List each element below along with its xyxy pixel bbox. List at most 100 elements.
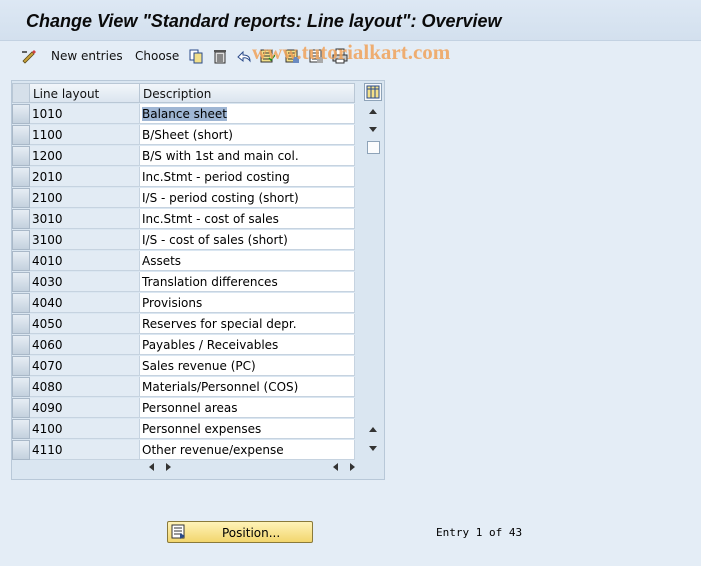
desc-column-scroll-right[interactable] [350, 463, 355, 471]
line-layout-cell[interactable]: 4050 [30, 314, 140, 334]
table-row[interactable]: 4110 Other revenue/expense [12, 440, 355, 461]
table-row[interactable]: 4040 Provisions [12, 293, 355, 314]
row-selector[interactable] [12, 167, 30, 187]
line-layout-cell[interactable]: 1100 [30, 125, 140, 145]
row-selector[interactable] [12, 104, 30, 124]
table-row[interactable]: 1010 Balance sheet [12, 104, 355, 125]
description-cell[interactable]: Personnel expenses [140, 419, 355, 439]
scroll-page-up-arrow[interactable] [369, 427, 377, 432]
description-cell[interactable]: Payables / Receivables [140, 335, 355, 355]
display-change-button[interactable] [21, 47, 37, 65]
table-settings-icon [366, 85, 382, 101]
row-selector[interactable] [12, 335, 30, 355]
line-layout-cell[interactable]: 3100 [30, 230, 140, 250]
table-row[interactable]: 4070 Sales revenue (PC) [12, 356, 355, 377]
column-header-description[interactable]: Description [140, 83, 355, 103]
description-cell[interactable]: Assets [140, 251, 355, 271]
new-entries-label: New entries [51, 49, 123, 63]
table-row[interactable]: 4010 Assets [12, 251, 355, 272]
table-row[interactable]: 2100 I/S - period costing (short) [12, 188, 355, 209]
description-cell[interactable]: I/S - period costing (short) [140, 188, 355, 208]
description-cell[interactable]: Personnel areas [140, 398, 355, 418]
delete-button[interactable] [212, 47, 228, 65]
table-row[interactable]: 4080 Materials/Personnel (COS) [12, 377, 355, 398]
description-text: Translation differences [142, 275, 278, 289]
description-text: I/S - cost of sales (short) [142, 233, 288, 247]
delete-icon [212, 48, 228, 64]
desc-column-scroll-left[interactable] [333, 463, 338, 471]
row-selector[interactable] [12, 230, 30, 250]
table-row[interactable]: 3100 I/S - cost of sales (short) [12, 230, 355, 251]
row-selector[interactable] [12, 209, 30, 229]
description-cell[interactable]: Materials/Personnel (COS) [140, 377, 355, 397]
table-row[interactable]: 4030 Translation differences [12, 272, 355, 293]
choose-button[interactable]: Choose [135, 47, 179, 65]
table-row[interactable]: 4100 Personnel expenses [12, 419, 355, 440]
description-cell[interactable]: I/S - cost of sales (short) [140, 230, 355, 250]
scroll-up-arrow[interactable] [369, 109, 377, 114]
glasses-pencil-icon [21, 48, 37, 64]
table-row[interactable]: 1200 B/S with 1st and main col. [12, 146, 355, 167]
description-cell[interactable]: Translation differences [140, 272, 355, 292]
line-layout-cell[interactable]: 1200 [30, 146, 140, 166]
description-text: Materials/Personnel (COS) [142, 380, 299, 394]
description-text: Other revenue/expense [142, 443, 284, 457]
row-selector[interactable] [12, 272, 30, 292]
description-cell[interactable]: Provisions [140, 293, 355, 313]
row-selector[interactable] [12, 314, 30, 334]
select-all-rows-button[interactable] [12, 83, 30, 103]
line-layout-cell[interactable]: 4100 [30, 419, 140, 439]
new-entries-button[interactable]: New entries [51, 47, 123, 65]
line-layout-cell[interactable]: 1010 [30, 104, 140, 124]
table-row[interactable]: 3010 Inc.Stmt - cost of sales [12, 209, 355, 230]
row-selector[interactable] [12, 440, 30, 460]
description-text: I/S - period costing (short) [142, 191, 299, 205]
row-selector[interactable] [12, 293, 30, 313]
line-layout-cell[interactable]: 4080 [30, 377, 140, 397]
line-layout-cell[interactable]: 4060 [30, 335, 140, 355]
table-row[interactable]: 4090 Personnel areas [12, 398, 355, 419]
row-selector[interactable] [12, 356, 30, 376]
line-layout-cell[interactable]: 3010 [30, 209, 140, 229]
scrollbar-thumb[interactable] [367, 141, 380, 154]
column-header-line-layout[interactable]: Line layout [30, 83, 140, 103]
description-cell[interactable]: Sales revenue (PC) [140, 356, 355, 376]
copy-button[interactable] [188, 47, 204, 65]
table-settings-button[interactable] [364, 83, 382, 101]
line-layout-cell[interactable]: 4070 [30, 356, 140, 376]
description-cell[interactable]: Inc.Stmt - period costing [140, 167, 355, 187]
line-layout-cell[interactable]: 4110 [30, 440, 140, 460]
description-cell[interactable]: B/Sheet (short) [140, 125, 355, 145]
line-layout-cell[interactable]: 2010 [30, 167, 140, 187]
key-column-scroll-left[interactable] [149, 463, 154, 471]
table-row[interactable]: 4060 Payables / Receivables [12, 335, 355, 356]
table-row[interactable]: 4050 Reserves for special depr. [12, 314, 355, 335]
row-selector[interactable] [12, 398, 30, 418]
description-text: Payables / Receivables [142, 338, 279, 352]
line-layout-cell[interactable]: 2100 [30, 188, 140, 208]
table-row[interactable]: 1100 B/Sheet (short) [12, 125, 355, 146]
table-row[interactable]: 2010 Inc.Stmt - period costing [12, 167, 355, 188]
description-text: Balance sheet [142, 107, 228, 121]
description-cell[interactable]: Balance sheet [140, 104, 355, 124]
description-cell[interactable]: Inc.Stmt - cost of sales [140, 209, 355, 229]
row-selector[interactable] [12, 419, 30, 439]
row-selector[interactable] [12, 146, 30, 166]
undo-change-button[interactable] [236, 47, 252, 65]
line-layout-cell[interactable]: 4090 [30, 398, 140, 418]
line-layout-cell[interactable]: 4010 [30, 251, 140, 271]
row-selector[interactable] [12, 377, 30, 397]
description-cell[interactable]: B/S with 1st and main col. [140, 146, 355, 166]
row-selector[interactable] [12, 188, 30, 208]
description-text: Provisions [142, 296, 203, 310]
scroll-down-arrow[interactable] [369, 127, 377, 132]
row-selector[interactable] [12, 125, 30, 145]
key-column-scroll-right[interactable] [166, 463, 171, 471]
line-layout-cell[interactable]: 4040 [30, 293, 140, 313]
line-layout-cell[interactable]: 4030 [30, 272, 140, 292]
description-cell[interactable]: Reserves for special depr. [140, 314, 355, 334]
description-cell[interactable]: Other revenue/expense [140, 440, 355, 460]
position-button[interactable]: Position... [167, 521, 313, 543]
scroll-page-down-arrow[interactable] [369, 446, 377, 451]
row-selector[interactable] [12, 251, 30, 271]
